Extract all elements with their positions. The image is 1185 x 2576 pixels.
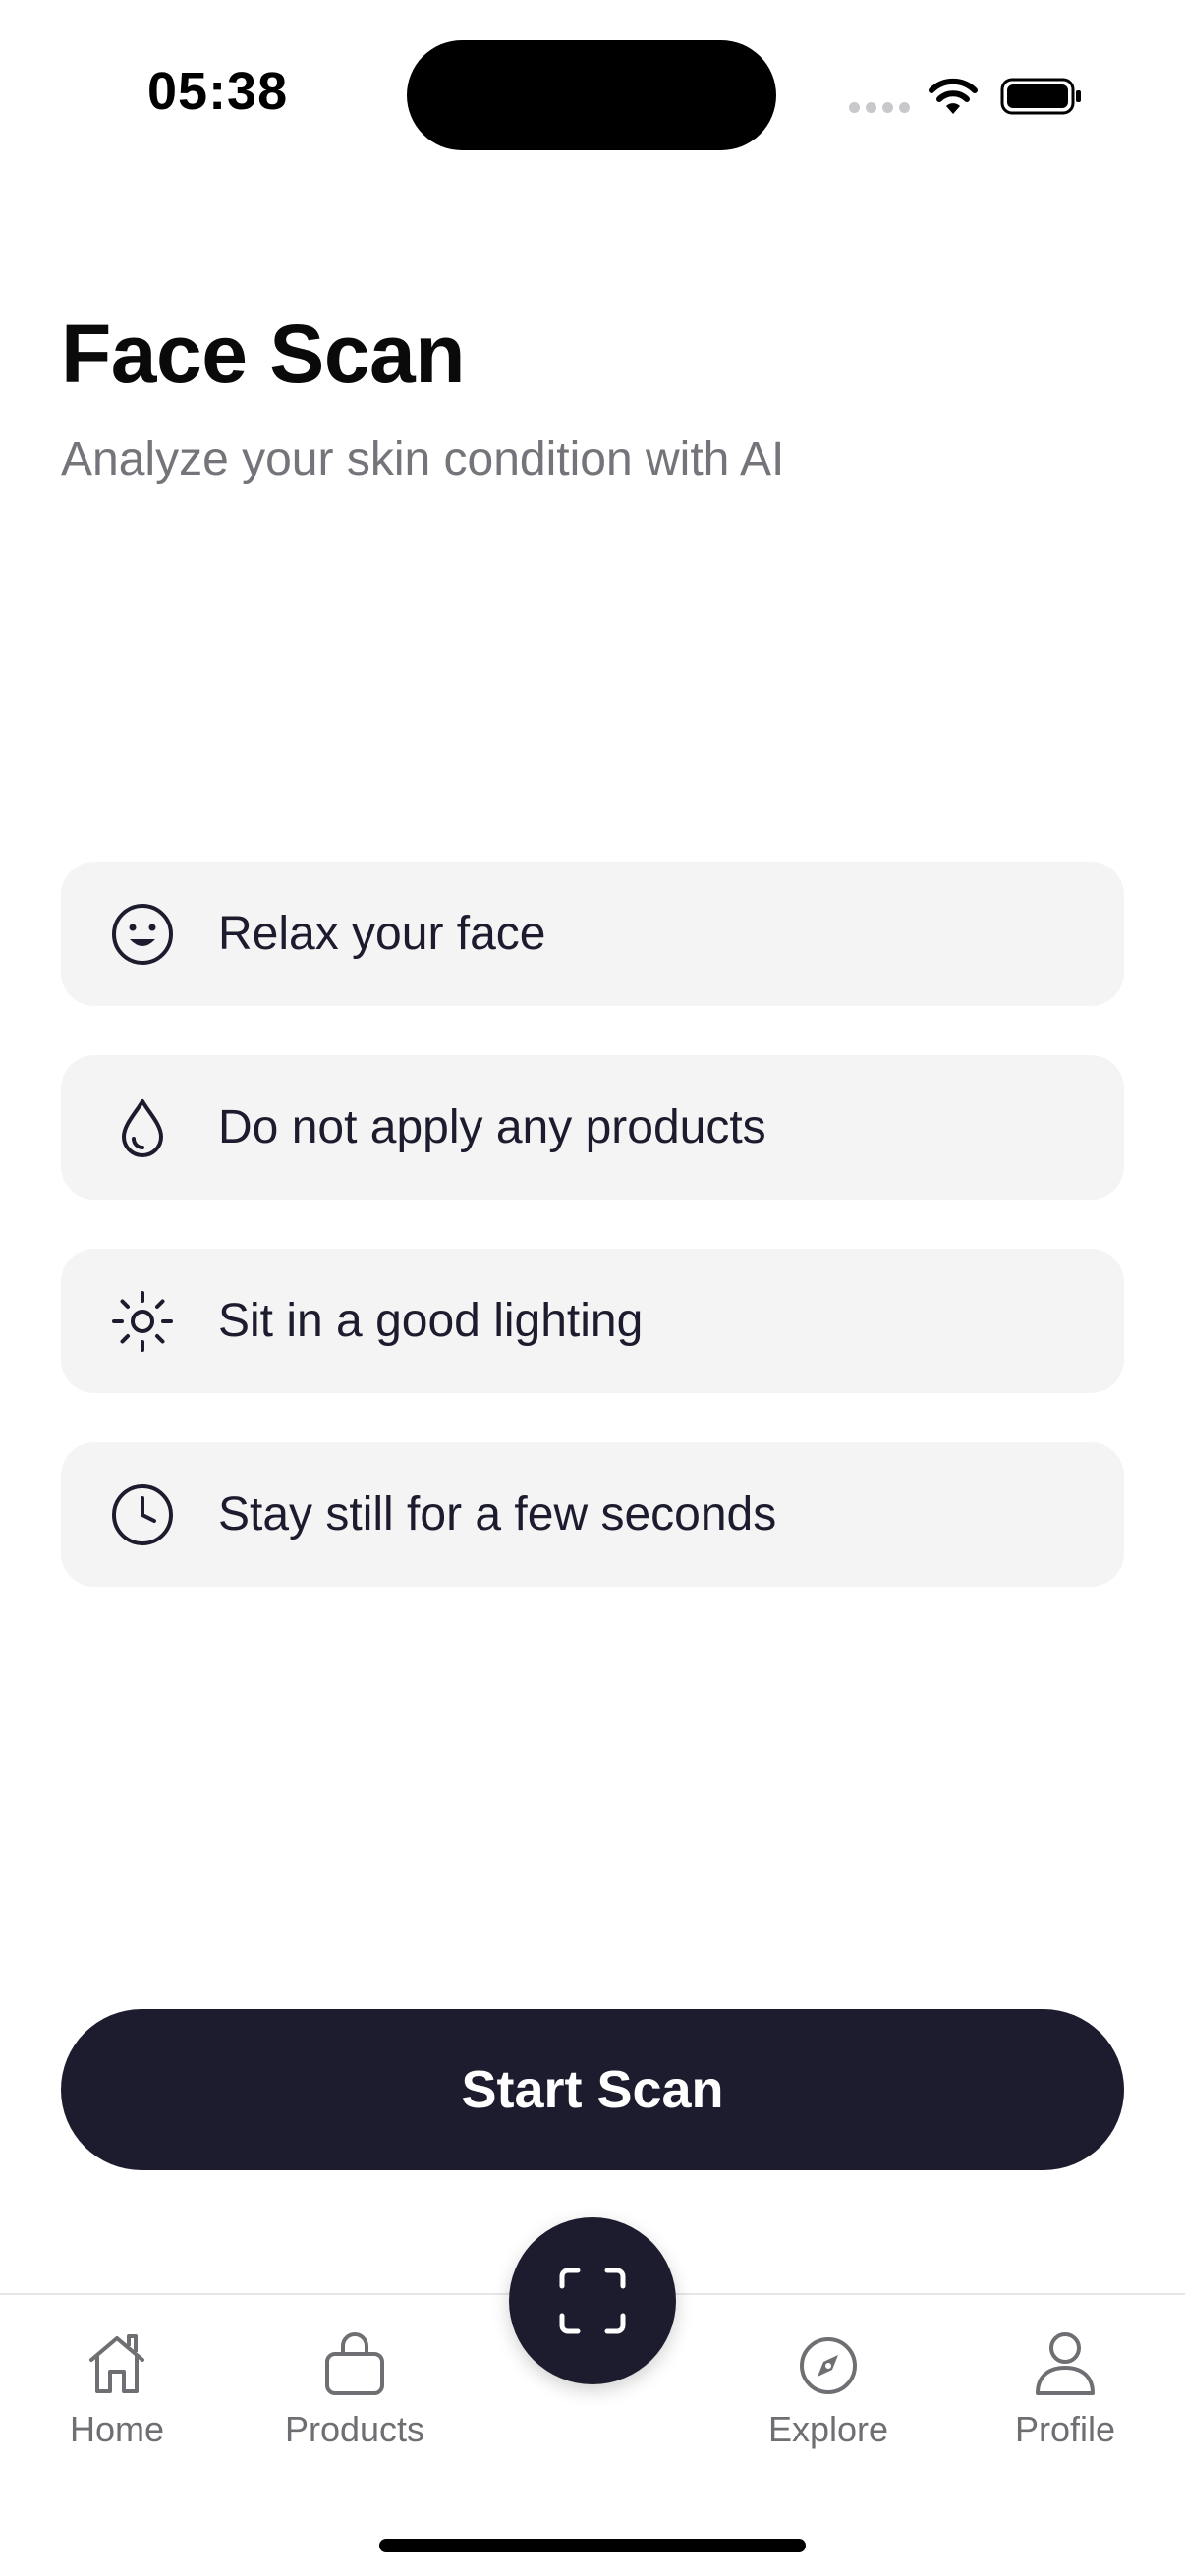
compass-icon: [800, 2337, 857, 2394]
home-icon: [89, 2334, 144, 2393]
tab-label: Home: [69, 2409, 165, 2449]
status-time: 05:38: [147, 62, 289, 121]
scan-tips-list: Relax your face Do not apply any product…: [61, 862, 1124, 1636]
tab-profile[interactable]: Profile: [967, 2328, 1163, 2450]
tab-products[interactable]: Products: [256, 2328, 453, 2450]
smile-icon: [110, 902, 175, 967]
face-scan-screen: 05:38 Face Scan Analyze your skin condit…: [0, 0, 1185, 2576]
droplet-icon: [110, 1095, 175, 1160]
tip-good-lighting: Sit in a good lighting: [61, 1249, 1124, 1393]
scan-tab-button[interactable]: [509, 2217, 676, 2384]
tip-label: Stay still for a few seconds: [218, 1488, 777, 1540]
wifi-icon: [929, 78, 978, 114]
page-subtitle: Analyze your skin condition with AI: [61, 433, 785, 485]
tab-label: Explore: [767, 2409, 889, 2449]
start-scan-button[interactable]: Start Scan: [61, 2009, 1124, 2170]
user-icon: [1036, 2332, 1095, 2395]
tab-explore[interactable]: Explore: [730, 2328, 927, 2450]
tip-label: Do not apply any products: [218, 1101, 766, 1153]
tip-stay-still: Stay still for a few seconds: [61, 1442, 1124, 1587]
cellular-signal-icon: [849, 102, 910, 113]
tab-label: Products: [284, 2409, 425, 2449]
tip-label: Relax your face: [218, 908, 546, 960]
dynamic-island: [407, 40, 776, 150]
battery-icon: [1000, 78, 1081, 115]
home-indicator: [379, 2539, 806, 2552]
tip-label: Sit in a good lighting: [218, 1295, 644, 1347]
clock-icon: [110, 1483, 175, 1547]
tab-label: Profile: [1014, 2409, 1116, 2449]
page-title: Face Scan: [61, 308, 466, 400]
sun-icon: [110, 1289, 175, 1354]
tip-relax-face: Relax your face: [61, 862, 1124, 1006]
scan-icon: [559, 2268, 626, 2334]
tip-no-products: Do not apply any products: [61, 1055, 1124, 1200]
shopping-bag-icon: [325, 2332, 384, 2395]
tab-home[interactable]: Home: [19, 2328, 215, 2450]
